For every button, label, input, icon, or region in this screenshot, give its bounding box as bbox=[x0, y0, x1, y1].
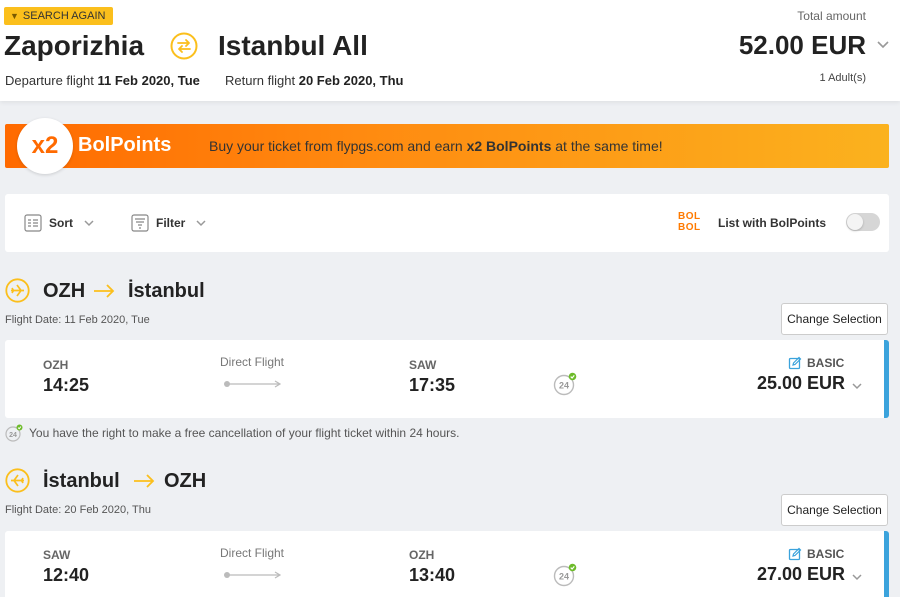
bol-logo-line-2: BOL bbox=[678, 222, 701, 233]
chevron-down-icon bbox=[196, 220, 206, 227]
outbound-destination: İstanbul bbox=[128, 280, 205, 302]
arrival-airport-code: SAW bbox=[409, 358, 437, 372]
swap-icon[interactable] bbox=[170, 32, 198, 60]
return-date: 20 Feb 2020, Thu bbox=[298, 73, 404, 88]
fare-class: BASIC bbox=[788, 356, 844, 370]
bolbol-logo: BOL BOL bbox=[678, 211, 706, 237]
promo-text-highlight: x2 BolPoints bbox=[466, 138, 552, 154]
destination-city: Istanbul All bbox=[218, 30, 368, 61]
24h-cancel-icon: 24 bbox=[553, 372, 577, 396]
direct-flight-label: Direct Flight bbox=[220, 546, 285, 560]
inbound-destination: OZH bbox=[164, 470, 207, 492]
departure-summary: Departure flight 11 Feb 2020, Tue bbox=[5, 73, 200, 88]
edit-fare-icon bbox=[788, 356, 802, 370]
chevron-down-icon bbox=[84, 220, 94, 227]
sort-label: Sort bbox=[49, 216, 73, 230]
outbound-flight-card[interactable]: OZH 14:25 Direct Flight SAW 17:35 24 BAS… bbox=[5, 340, 889, 418]
outbound-change-selection-button[interactable]: Change Selection bbox=[781, 303, 888, 335]
return-summary: Return flight 20 Feb 2020, Thu bbox=[225, 73, 403, 88]
inbound-change-selection-button[interactable]: Change Selection bbox=[781, 494, 888, 526]
svg-text:24: 24 bbox=[559, 381, 569, 391]
chevron-down-icon[interactable] bbox=[876, 38, 890, 52]
arrival-airport-code: OZH bbox=[409, 548, 435, 562]
inbound-flight-date: Flight Date: 20 Feb 2020, Thu bbox=[5, 504, 151, 516]
flight-line-icon bbox=[224, 380, 282, 388]
search-summary-header: ▼ SEARCH AGAIN Zaporizhia Istanbul All D… bbox=[0, 0, 900, 101]
departure-date: 11 Feb 2020, Tue bbox=[97, 73, 200, 88]
list-with-bolpoints-label: List with BolPoints bbox=[718, 216, 826, 230]
fare-class-label: BASIC bbox=[807, 547, 845, 561]
chevron-down-icon[interactable] bbox=[851, 571, 863, 583]
flight-price: 25.00 EUR bbox=[757, 373, 846, 393]
total-amount-value[interactable]: 52.00 EUR bbox=[739, 30, 866, 61]
inbound-origin: İstanbul bbox=[43, 470, 120, 492]
toggle-knob bbox=[847, 214, 863, 230]
passenger-count: 1 Adult(s) bbox=[819, 72, 866, 84]
chevron-down-icon: ▼ bbox=[10, 11, 19, 21]
edit-fare-icon bbox=[788, 547, 802, 561]
arrival-time: 17:35 bbox=[409, 375, 456, 395]
free-cancellation-note: 24 You have the right to make a free can… bbox=[5, 424, 459, 442]
promo-text-end: at the same time! bbox=[551, 138, 663, 154]
departure-airport-code: OZH bbox=[43, 358, 69, 372]
bol-logo-line-1: BOL bbox=[678, 211, 701, 222]
search-again-button[interactable]: ▼ SEARCH AGAIN bbox=[4, 7, 114, 25]
sort-icon bbox=[24, 214, 42, 232]
plane-arrival-icon bbox=[5, 468, 30, 493]
filter-label: Filter bbox=[156, 216, 186, 230]
bolpoints-toggle[interactable] bbox=[846, 213, 880, 231]
bolpoints-promo-text: Buy your ticket from flypgs.com and earn… bbox=[209, 138, 663, 154]
search-again-label: SEARCH AGAIN bbox=[22, 10, 106, 22]
fare-class: BASIC bbox=[788, 547, 844, 561]
flight-price: 27.00 EUR bbox=[757, 564, 846, 584]
outbound-origin: OZH bbox=[43, 280, 86, 302]
plane-departure-icon bbox=[5, 278, 30, 303]
filter-icon bbox=[131, 214, 149, 232]
filter-button[interactable]: Filter bbox=[130, 213, 207, 233]
24h-cancel-icon: 24 bbox=[5, 424, 23, 442]
svg-text:24: 24 bbox=[9, 432, 17, 439]
inbound-flight-card[interactable]: SAW 12:40 Direct Flight OZH 13:40 24 BAS… bbox=[5, 531, 889, 597]
departure-airport-code: SAW bbox=[43, 548, 71, 562]
arrival-time: 13:40 bbox=[409, 565, 456, 585]
outbound-flight-date: Flight Date: 11 Feb 2020, Tue bbox=[5, 314, 150, 326]
direct-flight-label: Direct Flight bbox=[220, 355, 285, 369]
bolpoints-title: BolPoints bbox=[78, 134, 172, 156]
results-toolbar: Sort Filter BOL BOL List with BolPoints bbox=[5, 194, 889, 252]
chevron-down-icon[interactable] bbox=[851, 380, 863, 392]
x2-badge: x2 bbox=[17, 118, 73, 174]
flight-line-icon bbox=[224, 571, 282, 579]
arrow-right-icon bbox=[94, 284, 115, 298]
cancellation-text: You have the right to make a free cancel… bbox=[29, 426, 460, 440]
departure-time: 14:25 bbox=[43, 375, 90, 395]
promo-text-start: Buy your ticket from flypgs.com and earn bbox=[209, 138, 467, 154]
departure-label: Departure flight bbox=[5, 73, 94, 88]
svg-text:24: 24 bbox=[559, 572, 569, 582]
total-amount-label: Total amount bbox=[797, 9, 866, 23]
24h-cancel-icon: 24 bbox=[553, 563, 577, 587]
sort-button[interactable]: Sort bbox=[23, 213, 95, 233]
return-label: Return flight bbox=[225, 73, 296, 88]
origin-city: Zaporizhia bbox=[4, 30, 145, 61]
fare-class-label: BASIC bbox=[807, 356, 845, 370]
arrow-right-icon bbox=[134, 474, 155, 488]
departure-time: 12:40 bbox=[43, 565, 90, 585]
